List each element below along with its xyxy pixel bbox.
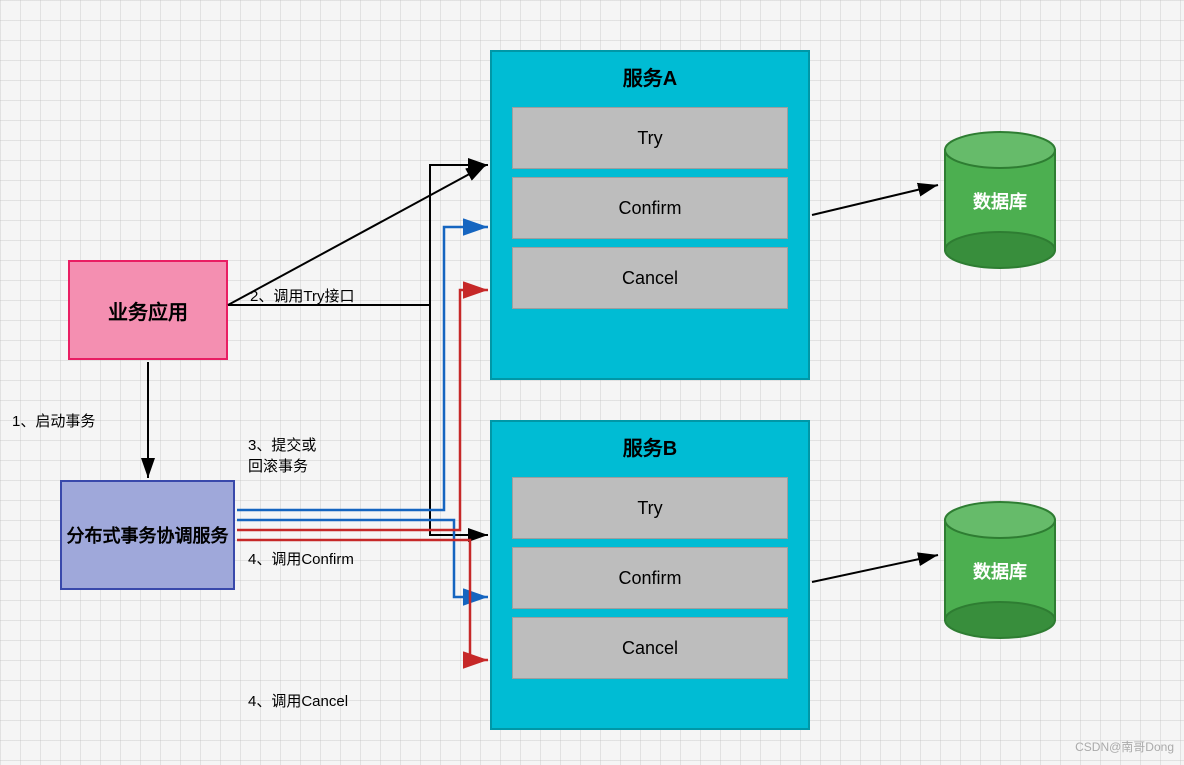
- label-step3: 3、提交或回滚事务: [248, 435, 316, 477]
- service-a-cancel: Cancel: [512, 247, 788, 309]
- label-step4-confirm: 4、调用Confirm: [248, 548, 354, 569]
- coordinator-label: 分布式事务协调服务: [67, 522, 229, 548]
- watermark: CSDN@南哥Dong: [1075, 738, 1174, 755]
- service-a-container: 服务A Try Confirm Cancel: [490, 50, 810, 380]
- service-b-confirm: Confirm: [512, 547, 788, 609]
- service-a-confirm: Confirm: [512, 177, 788, 239]
- service-b-title: 服务B: [492, 422, 808, 469]
- biz-app-label: 业务应用: [108, 296, 188, 325]
- coordinator-box: 分布式事务协调服务: [60, 480, 235, 590]
- service-a-title: 服务A: [492, 52, 808, 99]
- label-step4-cancel: 4、调用Cancel: [248, 690, 348, 711]
- svg-text:数据库: 数据库: [973, 561, 1027, 582]
- database-b: 数据库: [940, 490, 1060, 655]
- database-a: 数据库: [940, 120, 1060, 285]
- diagram-container: 业务应用 分布式事务协调服务 服务A Try Confirm Cancel 服务…: [0, 0, 1184, 765]
- service-a-try: Try: [512, 107, 788, 169]
- svg-text:数据库: 数据库: [973, 191, 1027, 212]
- label-step1: 1、启动事务: [12, 410, 95, 431]
- biz-app-box: 业务应用: [68, 260, 228, 360]
- service-b-try: Try: [512, 477, 788, 539]
- service-b-cancel: Cancel: [512, 617, 788, 679]
- label-step2: 2、调用Try接口: [250, 285, 354, 306]
- service-b-container: 服务B Try Confirm Cancel: [490, 420, 810, 730]
